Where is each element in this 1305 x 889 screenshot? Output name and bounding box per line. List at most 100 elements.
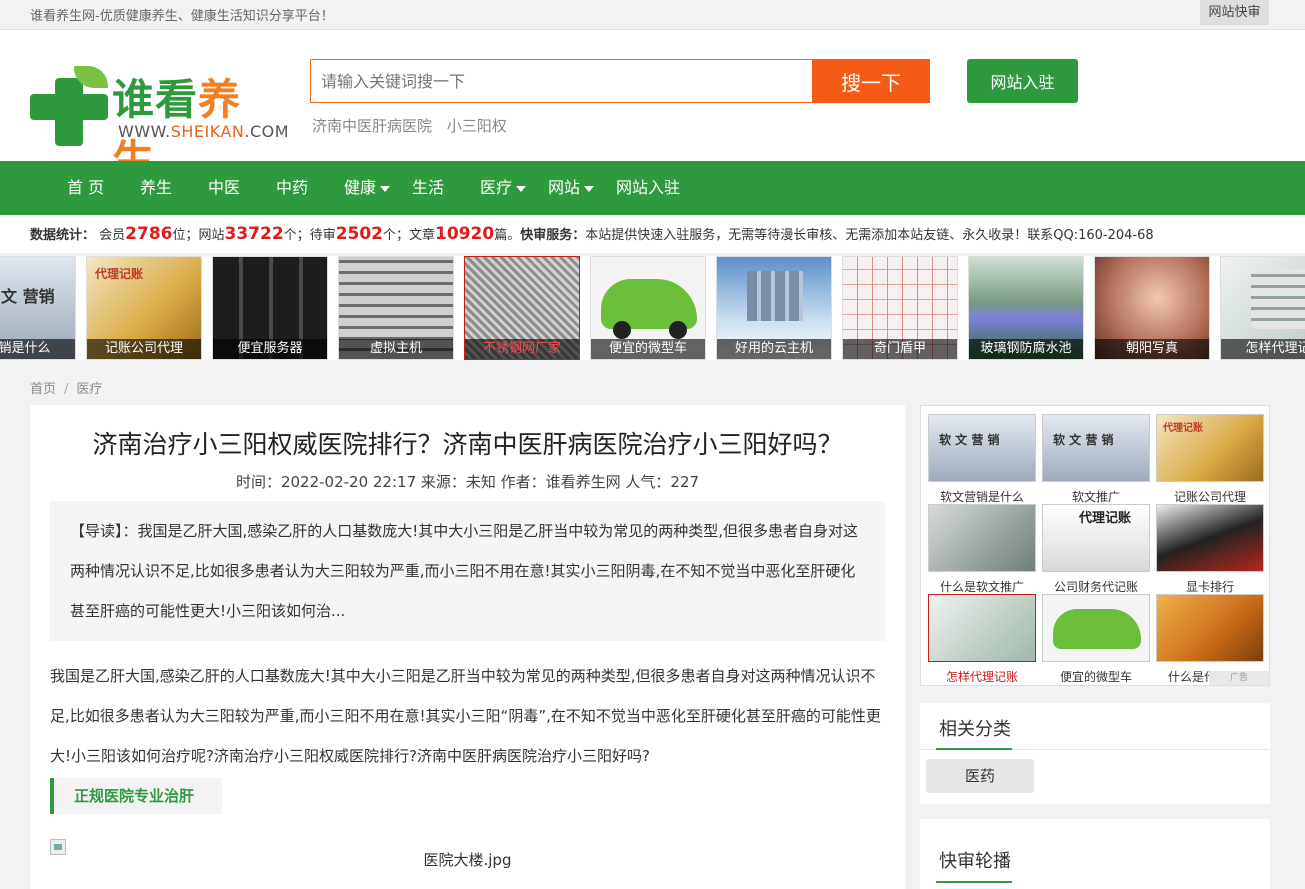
side-ad-image bbox=[928, 504, 1036, 572]
nav-item-label: 中医 bbox=[208, 178, 241, 197]
stats-text: 个；文章 bbox=[383, 228, 436, 243]
side-ad-item[interactable]: 怎样代理记账 bbox=[928, 594, 1036, 684]
stats-text: 篇。 bbox=[494, 228, 521, 243]
strip-item[interactable]: 怎样代理记 bbox=[1220, 256, 1305, 360]
site-slogan: 谁看养生网-优质健康养生、健康生活知识分享平台！ bbox=[30, 9, 334, 24]
stats-text: 位；网站 bbox=[172, 228, 225, 243]
section-title-underline bbox=[936, 748, 1012, 750]
nav-item-label: 网站入驻 bbox=[616, 178, 681, 197]
image-alt-text: 医院大楼.jpg bbox=[423, 851, 512, 869]
strip-item[interactable]: 便宜服务器 bbox=[212, 256, 328, 360]
side-ad-label: 软文推广 bbox=[1071, 490, 1120, 504]
strip-item[interactable]: 奇门盾甲 bbox=[842, 256, 958, 360]
side-ad-label: 公司财务代记账 bbox=[1053, 580, 1138, 594]
breadcrumb-home-link[interactable]: 首页 bbox=[30, 382, 56, 397]
strip-item[interactable]: 朝阳写真 bbox=[1094, 256, 1210, 360]
strip-caption: 虚拟主机 bbox=[339, 339, 453, 359]
category-tag[interactable]: 医药 bbox=[926, 759, 1034, 793]
site-logo[interactable]: 谁看养生 WWW.SHEIKAN.COM bbox=[30, 66, 289, 185]
nav-item-home[interactable]: 首 页 bbox=[67, 161, 104, 215]
quick-review-link[interactable]: 网站快审 bbox=[1200, 0, 1269, 25]
breadcrumb-current-link[interactable]: 医疗 bbox=[76, 382, 102, 397]
fast-service-text: 本站提供快速入驻服务，无需等待漫长审核、无需添加本站友链、永久收录！联系QQ:1… bbox=[585, 228, 1154, 243]
related-categories-box: 相关分类 医药 bbox=[920, 703, 1270, 804]
carousel-title: 快审轮播 bbox=[939, 851, 1011, 872]
chevron-down-icon bbox=[380, 185, 391, 192]
nav-item-herbs[interactable]: 中药 bbox=[276, 161, 308, 215]
side-ad-label: 怎样代理记账 bbox=[945, 670, 1018, 684]
fast-service-label: 快审服务： bbox=[520, 228, 586, 243]
nav-item-health-care[interactable]: 养生 bbox=[140, 161, 172, 215]
car-wheel-shape bbox=[669, 321, 687, 339]
strip-item[interactable]: 便宜的微型车 bbox=[590, 256, 706, 360]
strip-caption: 朝阳写真 bbox=[1095, 339, 1209, 359]
search-input[interactable] bbox=[310, 59, 812, 103]
nav-item-label: 养生 bbox=[140, 178, 173, 197]
car-wheel-shape bbox=[613, 321, 631, 339]
thumbnail-strip: 文 营销 营销是什么 代理记账 记账公司代理 便宜服务器 虚拟主机 不锈钢网厂家… bbox=[0, 256, 1305, 360]
side-ad-image: 代理记账 bbox=[1156, 414, 1264, 482]
strip-item[interactable]: 代理记账 记账公司代理 bbox=[86, 256, 202, 360]
article-body: 我国是乙肝大国,感染乙肝的人口基数庞大!其中大小三阳是乙肝当中较为常见的两种类型… bbox=[50, 667, 881, 765]
strip-item[interactable]: 虚拟主机 bbox=[338, 256, 454, 360]
strip-item[interactable]: 文 营销 营销是什么 bbox=[0, 256, 76, 360]
stats-articles-count: 10920 bbox=[435, 224, 495, 244]
calculator-shape bbox=[1251, 269, 1305, 329]
side-ad-art-text: 代理记账 bbox=[1079, 511, 1132, 526]
side-ad-label: 便宜的微型车 bbox=[1059, 670, 1132, 684]
strip-caption: 记账公司代理 bbox=[87, 339, 201, 359]
nav-item-label: 生活 bbox=[412, 178, 445, 197]
breadcrumb-separator: / bbox=[64, 382, 69, 397]
nav-item-medical[interactable]: 医疗 bbox=[480, 161, 527, 215]
stats-pending-count: 2502 bbox=[335, 224, 384, 244]
side-ad-item[interactable]: 什么是软文推广 bbox=[928, 504, 1036, 594]
logo-url-post: .COM bbox=[244, 122, 290, 141]
nav-item-join[interactable]: 网站入驻 bbox=[616, 161, 680, 215]
side-ad-image bbox=[1042, 594, 1150, 662]
nav-item-health[interactable]: 健康 bbox=[344, 161, 391, 215]
side-ad-image bbox=[1156, 594, 1264, 662]
strip-item[interactable]: 好用的云主机 bbox=[716, 256, 832, 360]
strip-caption: 好用的云主机 bbox=[717, 339, 831, 359]
join-site-button[interactable]: 网站入驻 bbox=[967, 59, 1078, 103]
side-ad-image: 软 文 营 销 bbox=[928, 414, 1036, 482]
side-ad-item[interactable]: 代理记账 公司财务代记账 bbox=[1042, 504, 1150, 594]
logo-brand-part-a: 谁看 bbox=[112, 75, 199, 124]
hot-keyword-link[interactable]: 济南中医肝病医院 bbox=[312, 117, 432, 135]
book-cover-text: 文 营销 bbox=[1, 287, 55, 306]
cloud-server-shape bbox=[747, 271, 803, 321]
strip-item[interactable]: 不锈钢网厂家 bbox=[464, 256, 580, 360]
chevron-down-icon bbox=[516, 185, 527, 192]
side-ad-item[interactable]: 代理记账 记账公司代理 bbox=[1156, 414, 1264, 504]
ad-badge[interactable]: 广告 bbox=[1209, 671, 1269, 685]
search-button[interactable]: 搜一下 bbox=[812, 59, 930, 103]
accounting-art-text: 代理记账 bbox=[95, 267, 144, 281]
side-ad-art-text: 软 文 营 销 bbox=[939, 433, 1000, 447]
nav-item-sites[interactable]: 网站 bbox=[548, 161, 595, 215]
side-ad-label: 软文营销是什么 bbox=[939, 490, 1024, 504]
logo-cross-bar bbox=[55, 78, 83, 146]
article-image: 医院大楼.jpg bbox=[50, 839, 885, 869]
side-ad-item[interactable]: 软 文 营 销 软文推广 bbox=[1042, 414, 1150, 504]
side-ad-label: 记账公司代理 bbox=[1173, 490, 1246, 504]
stats-sites-count: 33722 bbox=[224, 224, 284, 244]
stats-text: 会员 bbox=[99, 228, 126, 243]
site-stats: 数据统计： 会员2786位；网站33722个；待审2502个；文章10920篇。… bbox=[0, 215, 1305, 253]
nav-item-label: 中药 bbox=[276, 178, 309, 197]
side-ad-item[interactable]: 便宜的微型车 bbox=[1042, 594, 1150, 684]
stats-members-count: 2786 bbox=[125, 224, 173, 244]
side-ad-item[interactable]: 显卡排行 bbox=[1156, 504, 1264, 594]
hot-keyword-link[interactable]: 小三阳权 bbox=[447, 117, 507, 135]
side-ad-item[interactable]: 软 文 营 销 软文营销是什么 bbox=[928, 414, 1036, 504]
nav-item-tcm[interactable]: 中医 bbox=[208, 161, 240, 215]
strip-caption: 奇门盾甲 bbox=[843, 339, 957, 359]
related-categories-title: 相关分类 bbox=[939, 719, 1011, 740]
nav-item-life[interactable]: 生活 bbox=[412, 161, 444, 215]
strip-item[interactable]: 玻璃钢防腐水池 bbox=[968, 256, 1084, 360]
strip-caption: 便宜服务器 bbox=[213, 339, 327, 359]
quick-review-carousel-box: 快审轮播 bbox=[920, 819, 1270, 889]
header: 谁看养生 WWW.SHEIKAN.COM 搜一下 网站入驻 济南中医肝病医院 小… bbox=[0, 30, 1305, 185]
hot-keywords: 济南中医肝病医院 小三阳权 bbox=[312, 115, 517, 136]
logo-url-pre: WWW. bbox=[118, 122, 171, 141]
section-title-underline bbox=[936, 881, 1012, 883]
